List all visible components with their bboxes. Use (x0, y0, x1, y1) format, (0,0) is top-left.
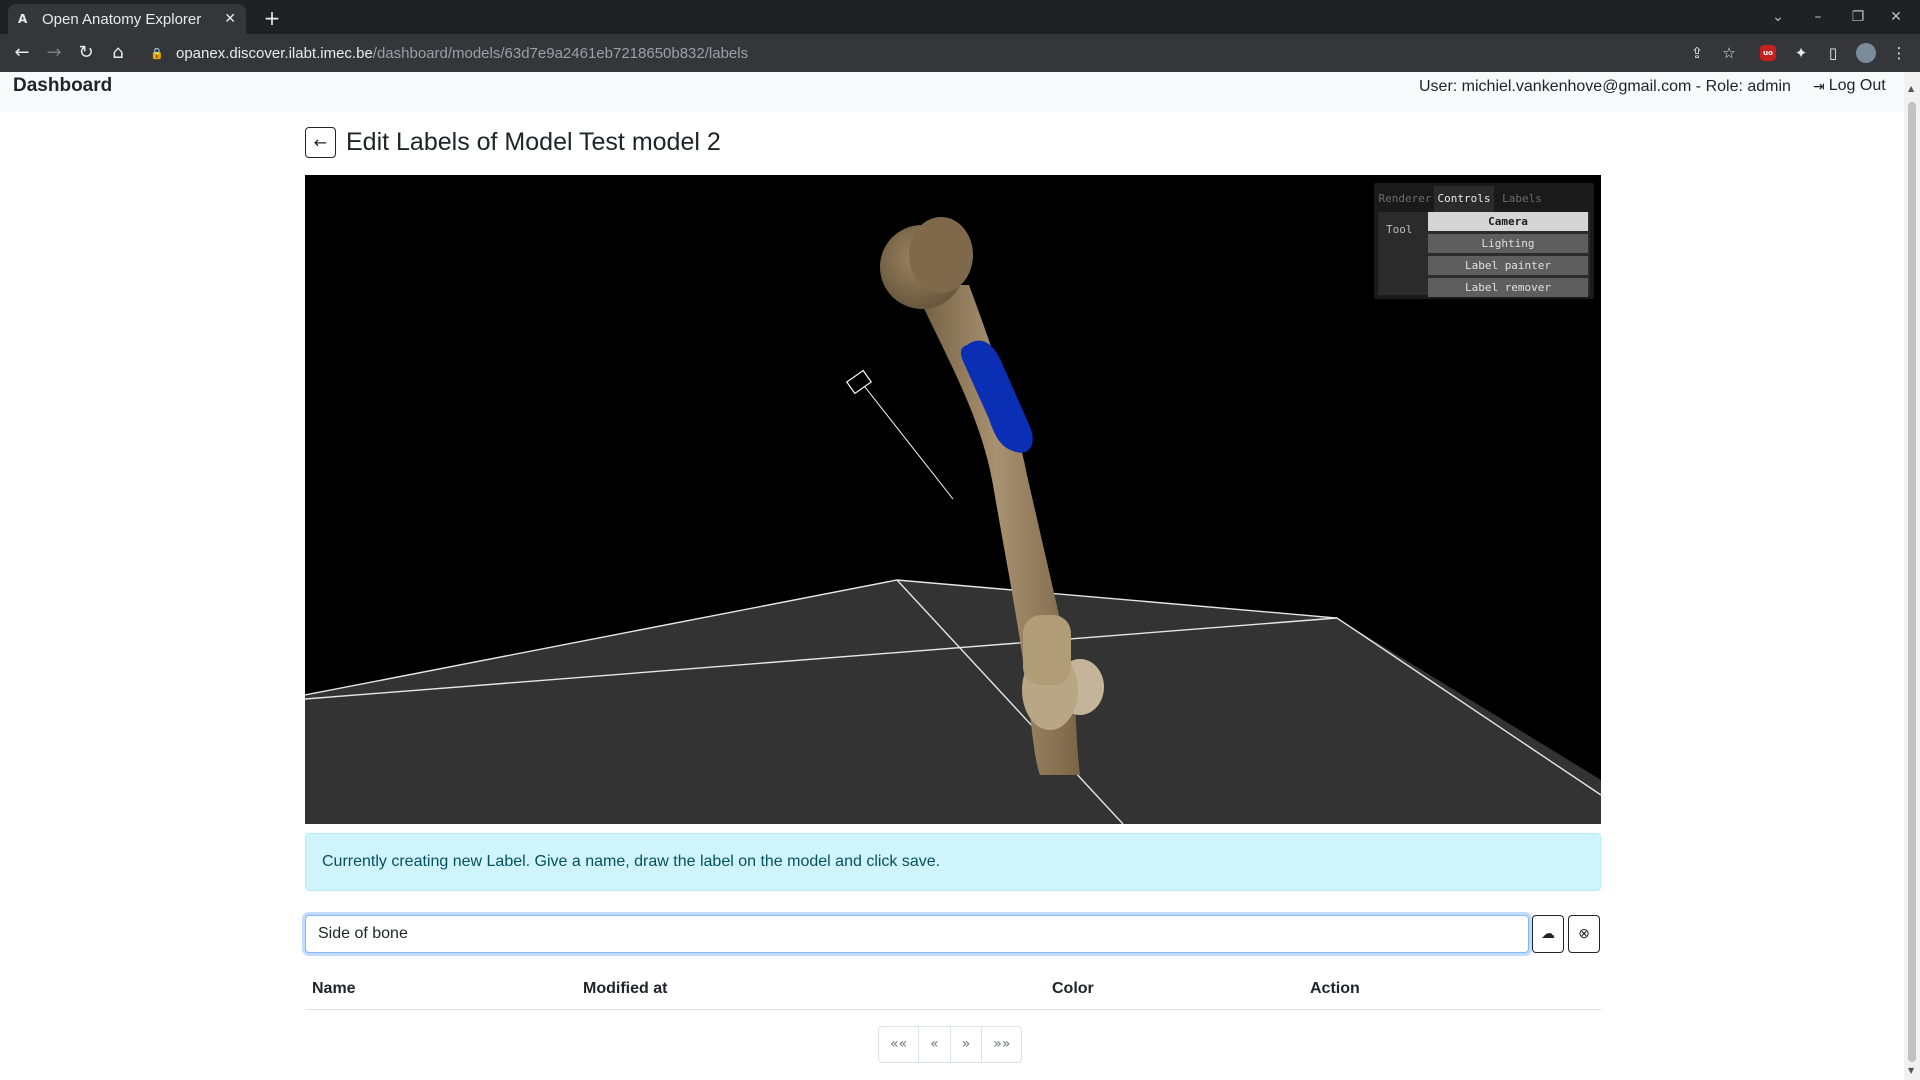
menu-kebab-icon[interactable]: ⋮ (1888, 42, 1910, 64)
back-icon[interactable]: ← (10, 41, 34, 65)
share-icon[interactable]: ⇪ (1686, 42, 1708, 64)
page-next-button[interactable]: » (949, 1026, 983, 1063)
browser-toolbar: ← → ↻ ⌂ 🔒 opanex.discover.ilabt.imec.be/… (0, 34, 1920, 72)
model-viewer-canvas[interactable]: Renderer Controls Labels Tool Camera Lig… (305, 175, 1601, 824)
restore-icon[interactable]: ❐ (1846, 6, 1870, 28)
reload-icon[interactable]: ↻ (74, 41, 98, 65)
page-prev-button[interactable]: « (918, 1026, 951, 1063)
bone-lower-shaft (1023, 615, 1071, 685)
lock-icon: 🔒 (150, 46, 164, 60)
label-name-input[interactable] (305, 915, 1529, 953)
home-icon[interactable]: ⌂ (106, 41, 130, 65)
bookmark-star-icon[interactable]: ☆ (1718, 42, 1740, 64)
address-bar[interactable]: 🔒 opanex.discover.ilabt.imec.be/dashboar… (144, 38, 1712, 68)
tab-title: Open Anatomy Explorer (42, 10, 202, 28)
page-content: Dashboard User: michiel.vankenhove@gmail… (0, 72, 1920, 1080)
scroll-up-icon[interactable]: ▲ (1908, 84, 1914, 93)
extensions-puzzle-icon[interactable]: ✦ (1790, 42, 1812, 64)
gui-tab-labels[interactable]: Labels (1498, 186, 1546, 212)
labels-table-header: Name Modified at Color Action (305, 972, 1601, 1010)
close-circle-icon: ⊗ (1578, 926, 1590, 942)
user-info: User: michiel.vankenhove@gmail.com - Rol… (1419, 78, 1791, 95)
tab-search-icon[interactable]: ⌄ (1766, 6, 1790, 28)
save-label-button[interactable]: ☁ (1532, 915, 1564, 953)
url-text: opanex.discover.ilabt.imec.be/dashboard/… (176, 44, 749, 62)
info-alert: Currently creating new Label. Give a nam… (305, 833, 1601, 891)
pagination: «« « » »» (878, 1026, 1023, 1063)
logout-icon: ⇥ (1813, 77, 1825, 94)
ground-plane (305, 580, 1601, 824)
column-header-action[interactable]: Action (1310, 980, 1360, 998)
new-tab-button[interactable]: + (258, 4, 286, 32)
top-navbar: Dashboard User: michiel.vankenhove@gmail… (0, 72, 1904, 112)
back-button[interactable]: ← (305, 127, 336, 158)
forward-icon[interactable]: → (42, 41, 66, 65)
favicon-icon: A (18, 12, 28, 26)
column-header-name[interactable]: Name (312, 980, 356, 998)
page-first-button[interactable]: «« (878, 1026, 920, 1063)
cloud-upload-icon: ☁ (1541, 926, 1555, 942)
light-helper-line (864, 386, 954, 500)
brand-link[interactable]: Dashboard (13, 75, 112, 97)
side-panel-icon[interactable]: ▯ (1822, 42, 1844, 64)
heading-row: ← Edit Labels of Model Test model 2 (305, 127, 721, 158)
tool-option-camera[interactable]: Camera (1428, 212, 1588, 231)
browser-tab[interactable]: A Open Anatomy Explorer ✕ (8, 4, 246, 34)
tool-option-lighting[interactable]: Lighting (1428, 234, 1588, 253)
tool-option-label-remover[interactable]: Label remover (1428, 278, 1588, 297)
page-title: Edit Labels of Model Test model 2 (346, 128, 721, 156)
scroll-thumb[interactable] (1908, 102, 1916, 1062)
column-header-modified[interactable]: Modified at (583, 980, 667, 998)
minimize-icon[interactable]: – (1806, 6, 1830, 28)
cancel-label-button[interactable]: ⊗ (1568, 915, 1600, 953)
ublock-extension-icon[interactable]: uo (1760, 45, 1776, 61)
gui-tab-renderer[interactable]: Renderer (1378, 186, 1432, 212)
logout-button[interactable]: ⇥ Log Out (1813, 77, 1886, 95)
tool-option-label-painter[interactable]: Label painter (1428, 256, 1588, 275)
logout-label: Log Out (1828, 77, 1886, 94)
scroll-down-icon[interactable]: ▼ (1908, 1066, 1914, 1075)
profile-avatar[interactable] (1856, 43, 1876, 63)
close-tab-icon[interactable]: ✕ (224, 11, 236, 27)
page-scrollbar[interactable]: ▲ ▼ (1904, 72, 1920, 1080)
bone-tuberosity (909, 217, 973, 293)
close-window-icon[interactable]: ✕ (1884, 6, 1908, 28)
browser-tab-bar: A Open Anatomy Explorer ✕ + ⌄ – ❐ ✕ (0, 0, 1920, 34)
arrow-left-icon: ← (313, 133, 328, 152)
viewer-gui-panel: Renderer Controls Labels Tool Camera Lig… (1374, 183, 1594, 299)
gui-tool-label: Tool (1386, 223, 1413, 236)
page-last-button[interactable]: »» (981, 1026, 1023, 1063)
column-header-color[interactable]: Color (1052, 980, 1094, 998)
gui-tab-controls[interactable]: Controls (1434, 186, 1494, 212)
